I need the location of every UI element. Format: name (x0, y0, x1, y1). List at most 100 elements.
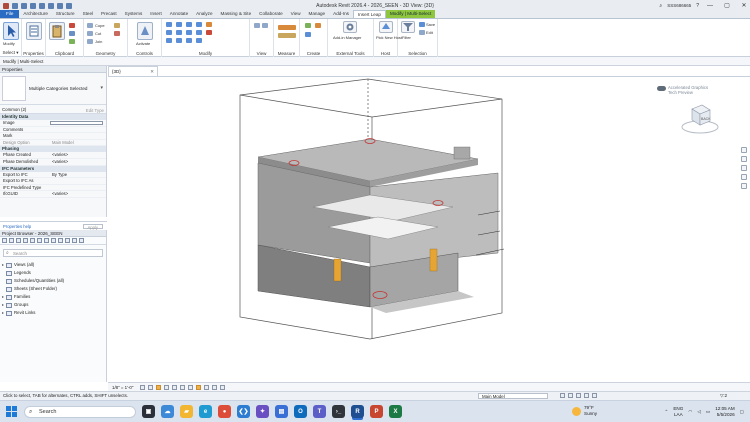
powerpoint-icon[interactable]: P (370, 405, 383, 418)
property-value-ifc-type[interactable] (50, 185, 106, 191)
match-type-icon[interactable] (69, 39, 75, 44)
mirror-axis-icon[interactable] (186, 22, 192, 27)
filter-count[interactable]: ▽:2 (720, 392, 727, 400)
search-help-icon[interactable]: ⌕ (659, 3, 662, 9)
create-group-icon[interactable] (305, 32, 311, 37)
save-selection-icon[interactable] (419, 22, 425, 27)
edge-icon[interactable]: e (199, 405, 212, 418)
lock-view-icon[interactable] (196, 384, 202, 390)
analytical-model-icon[interactable] (220, 384, 226, 390)
view-icon[interactable] (37, 238, 42, 243)
select-by-face-icon[interactable] (584, 393, 589, 398)
excel-icon[interactable]: X (389, 405, 402, 418)
property-value-comments[interactable] (50, 127, 106, 133)
weather-app-icon[interactable]: ☁ (161, 405, 174, 418)
property-value-mark[interactable] (50, 133, 106, 139)
override-graphics-icon[interactable] (262, 23, 268, 28)
revit-icon[interactable]: R (351, 405, 364, 418)
temp-hide-icon[interactable] (204, 384, 210, 390)
measure-icon[interactable] (278, 25, 296, 30)
battery-icon[interactable]: ▭ (706, 409, 710, 415)
property-value-image[interactable] (50, 121, 103, 125)
demolish-icon[interactable] (114, 31, 120, 36)
show-crop-icon[interactable] (188, 384, 194, 390)
revit-app-icon[interactable] (3, 2, 9, 9)
copy-icon[interactable] (69, 31, 75, 36)
minimize-button[interactable]: — (704, 0, 716, 11)
array-icon[interactable] (166, 38, 172, 43)
file-explorer-icon[interactable]: ▰ (180, 405, 193, 418)
paste-button[interactable] (49, 22, 65, 40)
properties-button[interactable] (26, 22, 42, 40)
sheet-icon[interactable] (44, 238, 49, 243)
tab-analyze[interactable]: Analyze (192, 10, 216, 18)
reveal-hidden-icon[interactable] (212, 384, 218, 390)
tab-manage[interactable]: Manage (305, 10, 330, 18)
activate-button[interactable] (137, 22, 153, 40)
tab-architecture[interactable]: Architecture (19, 10, 52, 18)
filter-button[interactable] (401, 21, 415, 33)
collapse-all-icon[interactable] (16, 238, 21, 243)
accelerated-graphics-toggle[interactable]: Accelerated Graphics Tech Preview (657, 85, 708, 95)
redo-icon[interactable] (39, 2, 45, 9)
3d-view-icon[interactable] (66, 2, 72, 9)
render-icon[interactable] (172, 384, 178, 390)
crop-view-icon[interactable] (180, 384, 186, 390)
view-cube[interactable]: BACK (680, 101, 720, 135)
project-browser-search[interactable]: ⌕ Search (3, 249, 103, 257)
clock[interactable]: 12:05 AM 5/5/2026 (715, 406, 734, 418)
language-indicator[interactable]: ENG LAA (673, 406, 683, 418)
dimension-icon[interactable] (278, 33, 296, 38)
organize-icon[interactable] (2, 238, 7, 243)
design-option-dropdown[interactable]: Main Model (478, 393, 548, 399)
cut-geometry-icon[interactable] (87, 31, 93, 36)
select-underlay-icon[interactable] (568, 393, 573, 398)
chevron-down-icon[interactable]: ▾ (100, 85, 103, 91)
wifi-icon[interactable]: ◠ (688, 409, 692, 415)
tree-item-revit-links[interactable]: ▸ Revit Links (0, 309, 106, 317)
delete-icon[interactable] (206, 30, 212, 35)
taskbar-search[interactable]: ⌕ Search (24, 406, 136, 418)
tab-insert[interactable]: Insert (146, 10, 166, 18)
select-dropdown[interactable]: Select ▾ (0, 50, 21, 56)
expand-all-icon[interactable] (9, 238, 14, 243)
steering-wheel-icon[interactable] (741, 147, 747, 153)
tab-steel[interactable]: Steel (79, 10, 97, 18)
close-view-icon[interactable]: ✕ (150, 67, 154, 76)
property-value-export-ifc-as[interactable] (50, 178, 106, 184)
start-icon[interactable] (6, 406, 17, 417)
help-icon[interactable]: ? (696, 3, 699, 9)
tree-item-views[interactable]: ▸ Views (all) (0, 261, 106, 269)
tree-item-legends[interactable]: Legends (0, 269, 106, 277)
edit-type-button[interactable]: Edit Type (86, 106, 104, 115)
view-scale[interactable]: 1/8" = 1'-0" (112, 385, 133, 390)
3d-viewport[interactable]: Accelerated Graphics Tech Preview BACK (108, 76, 750, 382)
tree-item-sheets[interactable]: Sheets (Sheet Folder) (0, 285, 106, 293)
rotate-icon[interactable] (186, 30, 192, 35)
tab-systems[interactable]: Systems (121, 10, 147, 18)
maximize-button[interactable]: ▢ (721, 0, 733, 11)
shadows-icon[interactable] (164, 384, 170, 390)
drag-elements-icon[interactable] (592, 393, 597, 398)
addin-manager-button[interactable] (343, 21, 357, 33)
select-pinned-icon[interactable] (576, 393, 581, 398)
save-icon[interactable] (21, 2, 27, 9)
toggle-switch[interactable] (657, 86, 666, 91)
view-tab-3d[interactable]: {3D} ✕ (108, 66, 158, 76)
hide-in-view-icon[interactable] (254, 23, 260, 28)
tab-file[interactable]: File (0, 10, 20, 18)
pick-new-host-button[interactable] (379, 21, 393, 33)
building-model[interactable] (108, 77, 750, 383)
tab-insert-leap[interactable]: Insert Leap (352, 10, 386, 18)
tab-modify-multi-select[interactable]: Modify | Multi-Select (385, 10, 436, 18)
filter-icon[interactable] (30, 238, 35, 243)
join-icon[interactable] (87, 39, 93, 44)
trim-icon[interactable] (196, 30, 202, 35)
align-icon[interactable] (166, 22, 172, 27)
undo-icon[interactable] (30, 2, 36, 9)
chrome-icon[interactable]: ● (218, 405, 231, 418)
mirror-draw-icon[interactable] (196, 22, 202, 27)
link-icon[interactable] (72, 238, 77, 243)
close-button[interactable]: ✕ (738, 0, 750, 11)
notification-icon[interactable]: ▢ (740, 409, 744, 415)
